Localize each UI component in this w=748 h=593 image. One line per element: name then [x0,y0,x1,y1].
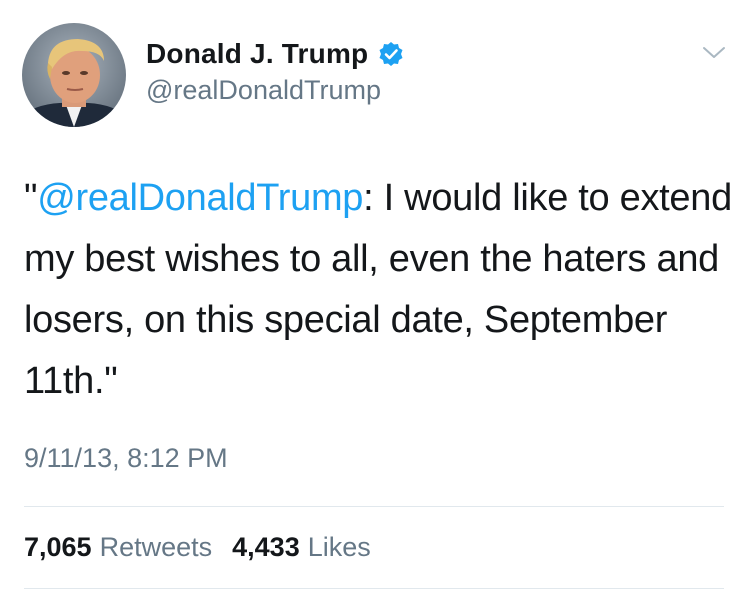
chevron-down-icon[interactable] [700,43,728,63]
retweets-label[interactable]: Retweets [100,532,213,563]
retweets-count[interactable]: 7,065 [24,532,92,563]
mention-link[interactable]: @realDonaldTrump [37,177,363,219]
tweet-text: "@realDonaldTrump: I would like to exten… [24,168,734,412]
quote-mark: " [24,177,38,219]
likes-count[interactable]: 4,433 [232,532,300,563]
author-display-name[interactable]: Donald J. Trump [146,38,368,70]
author-handle[interactable]: @realDonaldTrump [146,75,381,106]
divider [24,588,724,589]
likes-label[interactable]: Likes [308,532,371,563]
verified-badge-icon [378,41,404,67]
divider [24,506,724,507]
profile-photo [22,23,126,127]
tweet-stats: 7,065 Retweets 4,433 Likes [24,532,391,563]
tweet-card: Donald J. Trump @realDonaldTrump "@realD… [0,0,748,593]
avatar[interactable] [22,23,126,127]
author-name-row[interactable]: Donald J. Trump [146,38,404,70]
tweet-timestamp[interactable]: 9/11/13, 8:12 PM [24,443,228,474]
